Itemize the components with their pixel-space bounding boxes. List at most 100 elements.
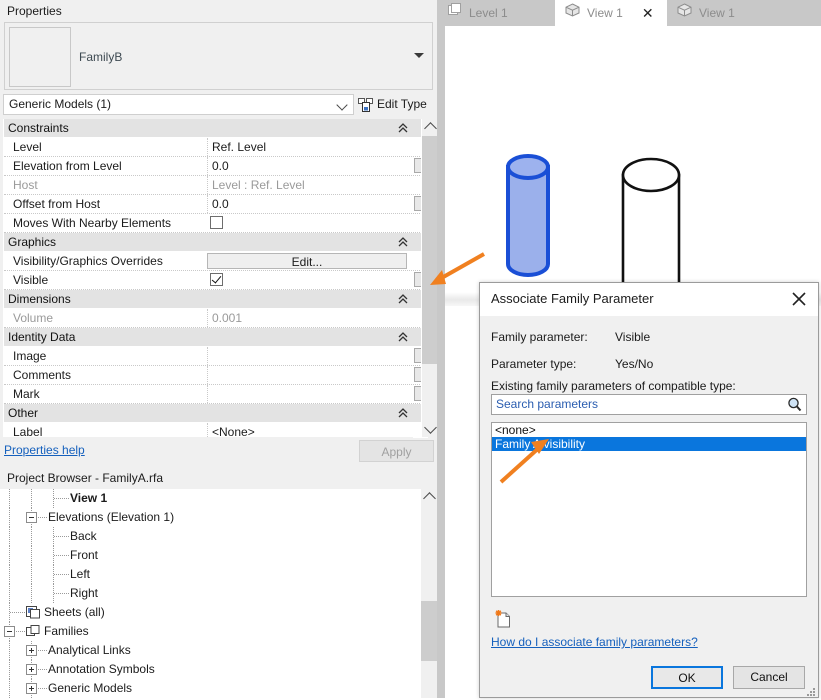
property-row[interactable]: Comments (4, 366, 414, 385)
property-row[interactable]: Image (4, 347, 414, 366)
property-row[interactable]: Visible (4, 271, 414, 290)
tree-node[interactable]: View 1 (0, 489, 421, 508)
collapse-group-icon[interactable] (398, 293, 408, 305)
tree-node[interactable]: Generic Models (0, 679, 421, 698)
parameter-list-item[interactable]: <none> (492, 423, 806, 437)
family-icon (26, 625, 40, 638)
tree-node[interactable]: Families (0, 622, 421, 641)
tree-guide-line (31, 565, 32, 584)
property-value[interactable] (207, 385, 414, 403)
property-row[interactable]: Mark (4, 385, 414, 404)
property-value[interactable]: <None> (207, 423, 414, 437)
property-row[interactable]: Visibility/Graphics Overrides Edit... (4, 252, 414, 271)
tree-node-label: Right (70, 586, 99, 600)
property-group-header[interactable]: Graphics (4, 233, 414, 252)
property-value[interactable]: 0.001 (207, 309, 414, 327)
type-selector[interactable]: FamilyB (4, 22, 433, 90)
tree-node[interactable]: Right (0, 584, 421, 603)
property-row[interactable]: Label <None> (4, 423, 414, 437)
tree-node[interactable]: Annotation Symbols (0, 660, 421, 679)
property-row[interactable]: Offset from Host 0.0 (4, 195, 414, 214)
property-value[interactable] (207, 347, 414, 365)
tree-toggle-plus-icon[interactable] (26, 683, 37, 694)
property-row[interactable]: Volume 0.001 (4, 309, 414, 328)
apply-button[interactable]: Apply (359, 440, 434, 462)
parameter-type-value: Yes/No (615, 357, 654, 371)
edit-type-button[interactable]: Edit Type (358, 94, 427, 115)
property-row[interactable]: Elevation from Level 0.0 (4, 157, 414, 176)
close-icon[interactable] (790, 290, 808, 308)
tree-node[interactable]: Left (0, 565, 421, 584)
property-value[interactable]: 0.0 (207, 195, 414, 213)
view-tab[interactable]: View 1 (667, 0, 767, 26)
tree-toggle-minus-icon[interactable] (4, 626, 15, 637)
tree-guide-line (9, 546, 10, 565)
cancel-button[interactable]: Cancel (733, 666, 805, 689)
ok-button[interactable]: OK (651, 666, 723, 689)
property-name: Visible (13, 273, 49, 287)
scrollbar-thumb[interactable] (421, 601, 437, 661)
tree-node-label: View 1 (70, 491, 108, 505)
property-checkbox[interactable] (210, 273, 223, 286)
tree-connector (54, 498, 70, 499)
close-tab-icon[interactable]: ✕ (642, 0, 654, 26)
collapse-group-icon[interactable] (398, 331, 408, 343)
view-tab-label: Level 1 (469, 6, 508, 20)
tree-node-label: Left (70, 567, 91, 581)
scrollbar-thumb[interactable] (422, 136, 438, 364)
tree-node-label: Elevations (Elevation 1) (48, 510, 175, 524)
tree-toggle-plus-icon[interactable] (26, 664, 37, 675)
tree-node[interactable]: Front (0, 546, 421, 565)
search-placeholder-text: Search parameters (496, 397, 599, 411)
tree-node[interactable]: Analytical Links (0, 641, 421, 660)
view-tab-label: View 1 (699, 6, 735, 20)
tree-node[interactable]: Elevations (Elevation 1) (0, 508, 421, 527)
edit-button[interactable]: Edit... (207, 253, 407, 269)
tree-node-label: Analytical Links (48, 643, 131, 657)
tree-node[interactable]: Back (0, 527, 421, 546)
view-tab[interactable]: Level 1 (437, 0, 555, 26)
collapse-group-icon[interactable] (398, 407, 408, 419)
property-group-header[interactable]: Dimensions (4, 290, 414, 309)
property-name: Elevation from Level (13, 159, 122, 173)
parameters-listbox[interactable]: <none> Family A visibility (491, 422, 807, 597)
property-value[interactable]: Level : Ref. Level (207, 176, 414, 194)
property-group-header[interactable]: Constraints (4, 119, 414, 138)
new-parameter-icon[interactable] (494, 609, 512, 628)
scroll-up-button[interactable] (421, 489, 437, 506)
three-d-view-icon (565, 0, 580, 26)
chevron-down-icon[interactable] (414, 53, 424, 58)
property-group-header[interactable]: Other (4, 404, 414, 423)
collapse-group-icon[interactable] (398, 122, 408, 134)
type-preview-thumbnail (9, 27, 71, 87)
property-value[interactable] (207, 366, 414, 384)
properties-help-link[interactable]: Properties help (4, 443, 85, 457)
scroll-up-button[interactable] (422, 119, 438, 136)
tree-node[interactable]: Sheets (all) (0, 603, 421, 622)
property-name: Visibility/Graphics Overrides (13, 254, 163, 268)
property-value[interactable]: Ref. Level (207, 138, 414, 156)
family-parameter-label: Family parameter: (491, 330, 588, 344)
scroll-down-button[interactable] (422, 420, 438, 437)
project-browser-scrollbar[interactable] (421, 489, 437, 698)
collapse-group-icon[interactable] (398, 236, 408, 248)
parameter-type-label: Parameter type: (491, 357, 577, 371)
properties-scrollbar[interactable] (421, 119, 438, 437)
view-tab[interactable]: View 1 ✕ (555, 0, 667, 26)
project-browser-tree[interactable]: View 1 Elevations (Elevation 1) Back Front L… (0, 489, 421, 698)
property-row[interactable]: Moves With Nearby Elements (4, 214, 414, 233)
search-parameters-input[interactable]: Search parameters (491, 394, 807, 415)
associate-help-link[interactable]: How do I associate family parameters? (491, 635, 698, 649)
property-checkbox[interactable] (210, 216, 223, 229)
property-row[interactable]: Host Level : Ref. Level (4, 176, 414, 195)
family-type-combobox[interactable]: Generic Models (1) (3, 94, 354, 115)
tree-toggle-plus-icon[interactable] (26, 645, 37, 656)
search-icon[interactable] (787, 397, 802, 412)
resize-grip[interactable] (807, 686, 816, 696)
parameter-list-item[interactable]: Family A visibility (492, 437, 806, 451)
property-row[interactable]: Level Ref. Level (4, 138, 414, 157)
property-value[interactable]: 0.0 (207, 157, 414, 175)
tree-connector (54, 536, 70, 537)
tree-toggle-minus-icon[interactable] (26, 512, 37, 523)
property-group-header[interactable]: Identity Data (4, 328, 414, 347)
